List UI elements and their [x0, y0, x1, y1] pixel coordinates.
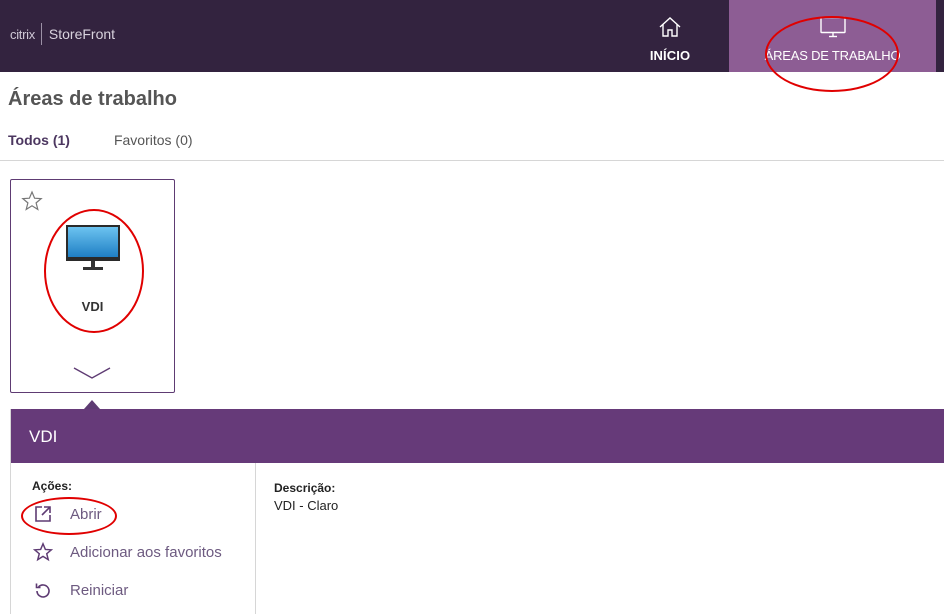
home-icon: [658, 15, 682, 39]
description-value: VDI - Claro: [274, 498, 339, 513]
add-to-favorites-button[interactable]: Adicionar aos favoritos: [33, 541, 222, 563]
open-label: Abrir: [70, 505, 102, 523]
tabs-divider: [0, 160, 944, 161]
nav-home-label: INÍCIO: [649, 48, 691, 63]
description-label: Descrição:: [274, 481, 336, 495]
star-outline-icon: [33, 542, 53, 562]
details-panel: VDI Ações: Abrir Adicionar aos favoritos: [10, 409, 944, 614]
restart-button[interactable]: Reiniciar: [33, 579, 128, 601]
brand-logo: citrix StoreFront: [10, 22, 115, 46]
nav-desktops-label: ÁREAS DE TRABALHO: [764, 48, 901, 63]
tile-name: VDI: [81, 299, 104, 314]
details-title: VDI: [29, 427, 58, 446]
desktop-monitor-icon: [819, 15, 847, 39]
brand-separator: [40, 23, 42, 45]
desktop-tile-vdi[interactable]: VDI: [10, 179, 175, 393]
tab-all[interactable]: Todos (1): [8, 132, 70, 152]
chevron-down-icon[interactable]: [72, 366, 112, 380]
filter-tabs: Todos (1) Favoritos (0): [8, 132, 237, 152]
star-outline-icon[interactable]: [21, 190, 43, 212]
restart-label: Reiniciar: [70, 581, 129, 599]
citrix-logo: citrix: [10, 26, 35, 42]
actions-label: Ações:: [32, 479, 73, 493]
tab-favorites[interactable]: Favoritos (0): [114, 132, 193, 152]
open-button[interactable]: Abrir: [33, 503, 102, 525]
top-bar: citrix StoreFront INÍCIO ÁREAS DE TRABAL…: [0, 0, 944, 72]
description-block: Descrição: VDI - Claro: [274, 481, 338, 513]
desktop-monitor-icon: [65, 224, 121, 272]
details-pointer: [84, 400, 100, 409]
page-title: Áreas de trabalho: [8, 88, 177, 110]
actions-column: Ações: Abrir Adicionar aos favoritos Rei…: [11, 463, 256, 614]
restart-icon: [33, 580, 53, 600]
nav-home[interactable]: INÍCIO: [620, 0, 720, 72]
details-header: VDI: [11, 409, 944, 463]
open-external-icon: [33, 504, 53, 524]
add-to-favorites-label: Adicionar aos favoritos: [70, 543, 222, 561]
nav-desktops[interactable]: ÁREAS DE TRABALHO: [729, 0, 936, 72]
storefront-label: StoreFront: [48, 26, 116, 42]
